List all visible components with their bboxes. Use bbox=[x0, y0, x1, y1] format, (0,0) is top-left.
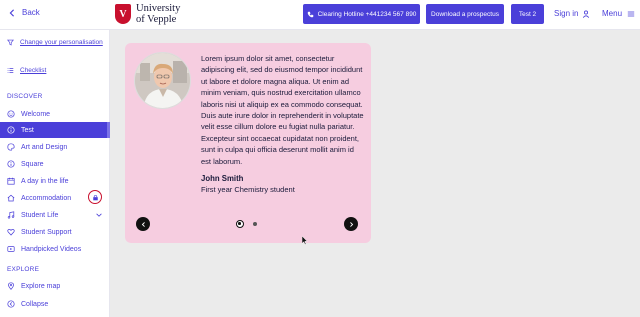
discover-section-title: DISCOVER bbox=[7, 93, 43, 100]
nav-label-art-and-design: Art and Design bbox=[21, 143, 68, 151]
nav-label-square: Square bbox=[21, 160, 44, 168]
nav-label-a-day-in-the-life: A day in the life bbox=[21, 177, 69, 185]
info-icon bbox=[7, 160, 15, 168]
nav-item-explore-map[interactable]: Explore map bbox=[0, 278, 110, 294]
heart-icon bbox=[7, 228, 15, 236]
change-personalisation-link[interactable]: Change your personalisation bbox=[7, 39, 103, 46]
nav-label-explore-map: Explore map bbox=[21, 282, 61, 290]
back-link[interactable]: Back bbox=[8, 8, 40, 17]
menu-button[interactable]: Menu bbox=[602, 9, 635, 18]
previous-slide-button[interactable] bbox=[136, 217, 150, 231]
nav-label-accommodation: Accommodation bbox=[21, 194, 72, 202]
nav-item-welcome[interactable]: Welcome bbox=[0, 106, 110, 122]
video-icon bbox=[7, 246, 15, 252]
nav-label-welcome: Welcome bbox=[21, 110, 51, 118]
student-avatar bbox=[134, 52, 191, 109]
hamburger-icon bbox=[627, 11, 635, 16]
nav-label-student-support: Student Support bbox=[21, 228, 72, 236]
chevron-down-icon[interactable] bbox=[95, 211, 103, 219]
mouse-cursor-icon bbox=[302, 236, 308, 245]
lock-icon bbox=[92, 194, 98, 200]
test-2-button[interactable]: Test 2 bbox=[511, 4, 544, 24]
change-personalisation-label: Change your personalisation bbox=[20, 39, 103, 46]
user-icon bbox=[583, 10, 590, 18]
chevron-right-icon bbox=[349, 221, 353, 227]
clearing-hotline-label: Clearing Hotline +441234 567 890 bbox=[317, 10, 417, 18]
nav-item-collapse[interactable]: Collapse bbox=[0, 296, 110, 312]
test-2-label: Test 2 bbox=[518, 10, 537, 18]
palette-icon bbox=[7, 143, 15, 151]
sign-in-label: Sign in bbox=[554, 9, 579, 18]
next-slide-button[interactable] bbox=[344, 217, 358, 231]
nav-item-accommodation[interactable]: Accommodation bbox=[0, 190, 110, 206]
nav-item-handpicked-videos[interactable]: Handpicked Videos bbox=[0, 241, 110, 257]
nav-item-student-support[interactable]: Student Support bbox=[0, 224, 110, 240]
top-header: Back V University of Vepple Clearing Hot… bbox=[0, 0, 640, 30]
logo-line-2: of Vepple bbox=[136, 14, 177, 25]
sign-in-button[interactable]: Sign in bbox=[554, 9, 590, 18]
chevron-left-icon bbox=[141, 221, 145, 227]
chevron-left-icon bbox=[9, 8, 14, 17]
nav-item-art-and-design[interactable]: Art and Design bbox=[0, 139, 110, 155]
smile-icon bbox=[7, 110, 15, 118]
sidebar: Change your personalisation Checklist DI… bbox=[0, 30, 110, 317]
testimonial-card: Lorem ipsum dolor sit amet, consectetur … bbox=[125, 43, 371, 243]
nav-label-handpicked-videos: Handpicked Videos bbox=[21, 245, 82, 253]
nav-item-test[interactable]: Test bbox=[0, 122, 110, 138]
download-prospectus-label: Download a prospectus bbox=[431, 10, 499, 18]
student-photo bbox=[135, 53, 190, 108]
checklist-label: Checklist bbox=[20, 67, 47, 74]
nav-item-square[interactable]: Square bbox=[0, 156, 110, 172]
music-icon bbox=[7, 211, 15, 219]
download-prospectus-button[interactable]: Download a prospectus bbox=[426, 4, 504, 24]
testimonial-role: First year Chemistry student bbox=[201, 185, 295, 194]
list-icon bbox=[7, 68, 14, 73]
nav-label-test: Test bbox=[21, 126, 34, 134]
home-icon bbox=[7, 194, 15, 202]
info-icon bbox=[7, 126, 15, 134]
logo-shield-icon: V bbox=[115, 4, 131, 24]
logo-line-1: University bbox=[136, 3, 181, 14]
testimonial-quote: Lorem ipsum dolor sit amet, consectetur … bbox=[201, 54, 364, 166]
logo-text: University of Vepple bbox=[136, 3, 180, 25]
map-pin-icon bbox=[8, 282, 14, 290]
nav-label-student-life: Student Life bbox=[21, 211, 59, 219]
university-logo[interactable]: V University of Vepple bbox=[115, 3, 180, 25]
back-label: Back bbox=[22, 8, 40, 17]
filter-icon bbox=[7, 39, 14, 46]
explore-section-title: EXPLORE bbox=[7, 266, 40, 273]
clearing-hotline-button[interactable]: Clearing Hotline +441234 567 890 bbox=[303, 4, 420, 24]
slide-dot-2[interactable] bbox=[253, 222, 257, 226]
checklist-link[interactable]: Checklist bbox=[7, 67, 46, 74]
testimonial-name: John Smith bbox=[201, 174, 244, 183]
slide-dot-1[interactable] bbox=[236, 220, 244, 228]
nav-label-collapse: Collapse bbox=[21, 300, 49, 308]
collapse-icon bbox=[7, 300, 15, 308]
locked-badge bbox=[88, 190, 102, 204]
nav-item-student-life[interactable]: Student Life bbox=[0, 207, 110, 223]
phone-icon bbox=[307, 11, 313, 17]
menu-label: Menu bbox=[602, 9, 623, 18]
calendar-icon bbox=[7, 177, 15, 185]
nav-item-a-day-in-the-life[interactable]: A day in the life bbox=[0, 173, 110, 189]
